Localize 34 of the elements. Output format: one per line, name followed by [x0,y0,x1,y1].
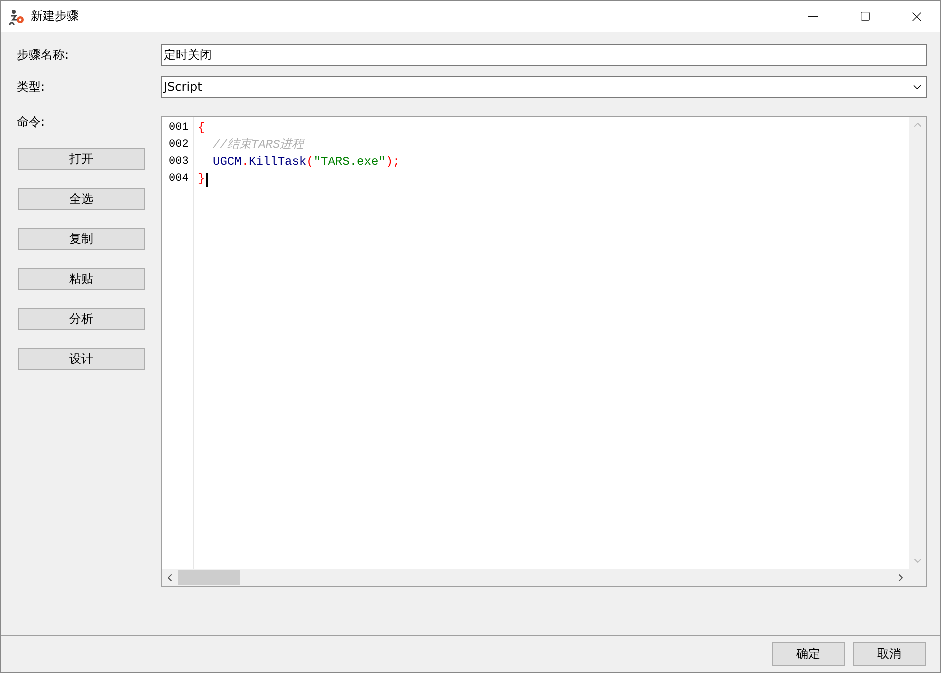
code-token: { [198,120,206,137]
side-button[interactable]: 粘贴 [18,268,145,290]
field-label: 类型: [17,78,46,96]
code-token: UGCM [213,154,242,171]
code-token: . [242,154,250,171]
dialog-button[interactable]: 确定 [772,642,845,666]
line-number: 003 [168,155,190,170]
code-token: //结束TARS进程 [213,137,304,154]
app-icon [9,8,25,24]
scroll-thumb[interactable] [178,570,240,585]
code-token: ); [386,154,400,171]
maximize-icon [860,11,870,22]
side-button[interactable]: 打开 [18,148,145,170]
code-editor[interactable]: 001 002 003 004 { //结束TARS进程 UGCM.KillTask("TARS.exe"); } [161,116,927,587]
window-title: 新建步骤 [31,8,80,25]
side-button[interactable]: 设计 [18,348,145,370]
horizontal-scrollbar[interactable] [162,569,909,586]
minimize-icon [808,16,818,17]
line-number: 001 [168,121,190,136]
code-token: "TARS.exe" [314,154,386,171]
name-field[interactable]: 定时关闭 [161,44,927,66]
side-button[interactable]: 复制 [18,228,145,250]
side-button[interactable]: 全选 [18,188,145,210]
code-token: } [198,171,206,188]
field-label: 命令: [17,114,46,131]
vertical-scrollbar[interactable] [909,117,926,586]
side-button[interactable]: 分析 [18,308,145,330]
line-number: 002 [168,138,190,153]
field-label: 步骤名称: [17,46,70,64]
type-dropdown[interactable]: JScript [161,76,927,98]
line-number: 004 [168,172,190,187]
dialog-button[interactable]: 取消 [853,642,926,666]
code-token: KillTask [249,154,307,171]
code-token: ( [306,154,314,171]
